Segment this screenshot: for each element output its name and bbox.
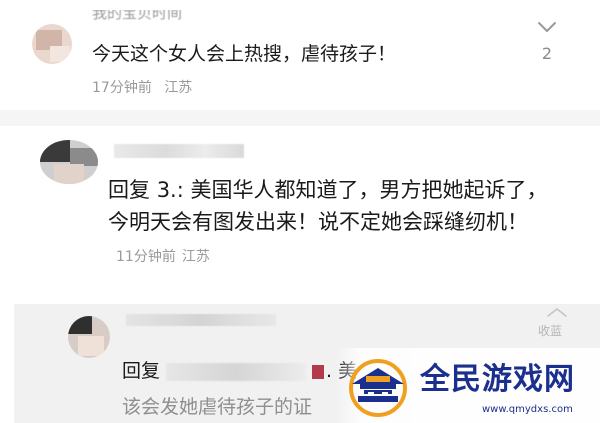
comment-text: 今天这个女人会上热搜，虐待孩子！ xyxy=(92,43,397,65)
watermark-site-name: 全民游戏网 xyxy=(420,362,575,397)
reply-label: 回复 xyxy=(122,360,161,382)
comment-item-1: 我的宝贝时间 今天这个女人会上热搜，虐待孩子！ 17分钟前 江苏 2 xyxy=(0,0,600,110)
comment-meta: 11分钟前 江苏 xyxy=(116,249,210,265)
comment-meta: 17分钟前 江苏 xyxy=(92,78,192,98)
comment-body: 回复 3.: 美国华人都知道了，男方把她起诉了，今明天会有图发出来！说不定她会踩… xyxy=(108,174,548,273)
watermark-url: www.qmydxs.com xyxy=(482,404,573,415)
site-watermark: 全民游戏网 www.qmydxs.com xyxy=(336,348,600,423)
temple-logo-icon xyxy=(349,359,407,417)
like-button[interactable]: 2 xyxy=(534,16,560,64)
comment-text: 该会发她虐待孩子的证 xyxy=(122,396,313,418)
collapse-icon[interactable] xyxy=(542,304,572,322)
like-count: 2 xyxy=(541,44,553,63)
comment-divider xyxy=(0,110,600,126)
comment-thread-screenshot: 我的宝贝时间 今天这个女人会上热搜，虐待孩子！ 17分钟前 江苏 2 回复 3.… xyxy=(0,0,600,423)
redacted-mark xyxy=(312,364,325,379)
reply-target[interactable]: 3.: xyxy=(157,178,184,202)
avatar[interactable] xyxy=(40,140,98,184)
comment-reply-line: 回复. 美 xyxy=(122,358,357,384)
avatar[interactable] xyxy=(68,316,110,358)
comment-item-2: 回复 3.: 美国华人都知道了，男方把她起诉了，今明天会有图发出来！说不定她会踩… xyxy=(0,126,600,294)
comment-time: 17分钟前 xyxy=(92,80,152,96)
reply-label: 回复 xyxy=(108,178,150,202)
comment-username[interactable]: 我的宝贝时间 xyxy=(92,10,182,24)
chevron-like-icon xyxy=(538,22,556,32)
reply-target-blurred[interactable] xyxy=(166,362,307,381)
avatar[interactable] xyxy=(32,24,72,64)
collapse-label[interactable]: 收蓝 xyxy=(538,322,562,339)
comment-location: 江苏 xyxy=(181,249,210,265)
comment-username-blurred[interactable] xyxy=(114,144,244,158)
comment-location: 江苏 xyxy=(164,80,193,96)
comment-username-blurred[interactable] xyxy=(126,314,276,326)
comment-time: 11分钟前 xyxy=(116,249,176,265)
